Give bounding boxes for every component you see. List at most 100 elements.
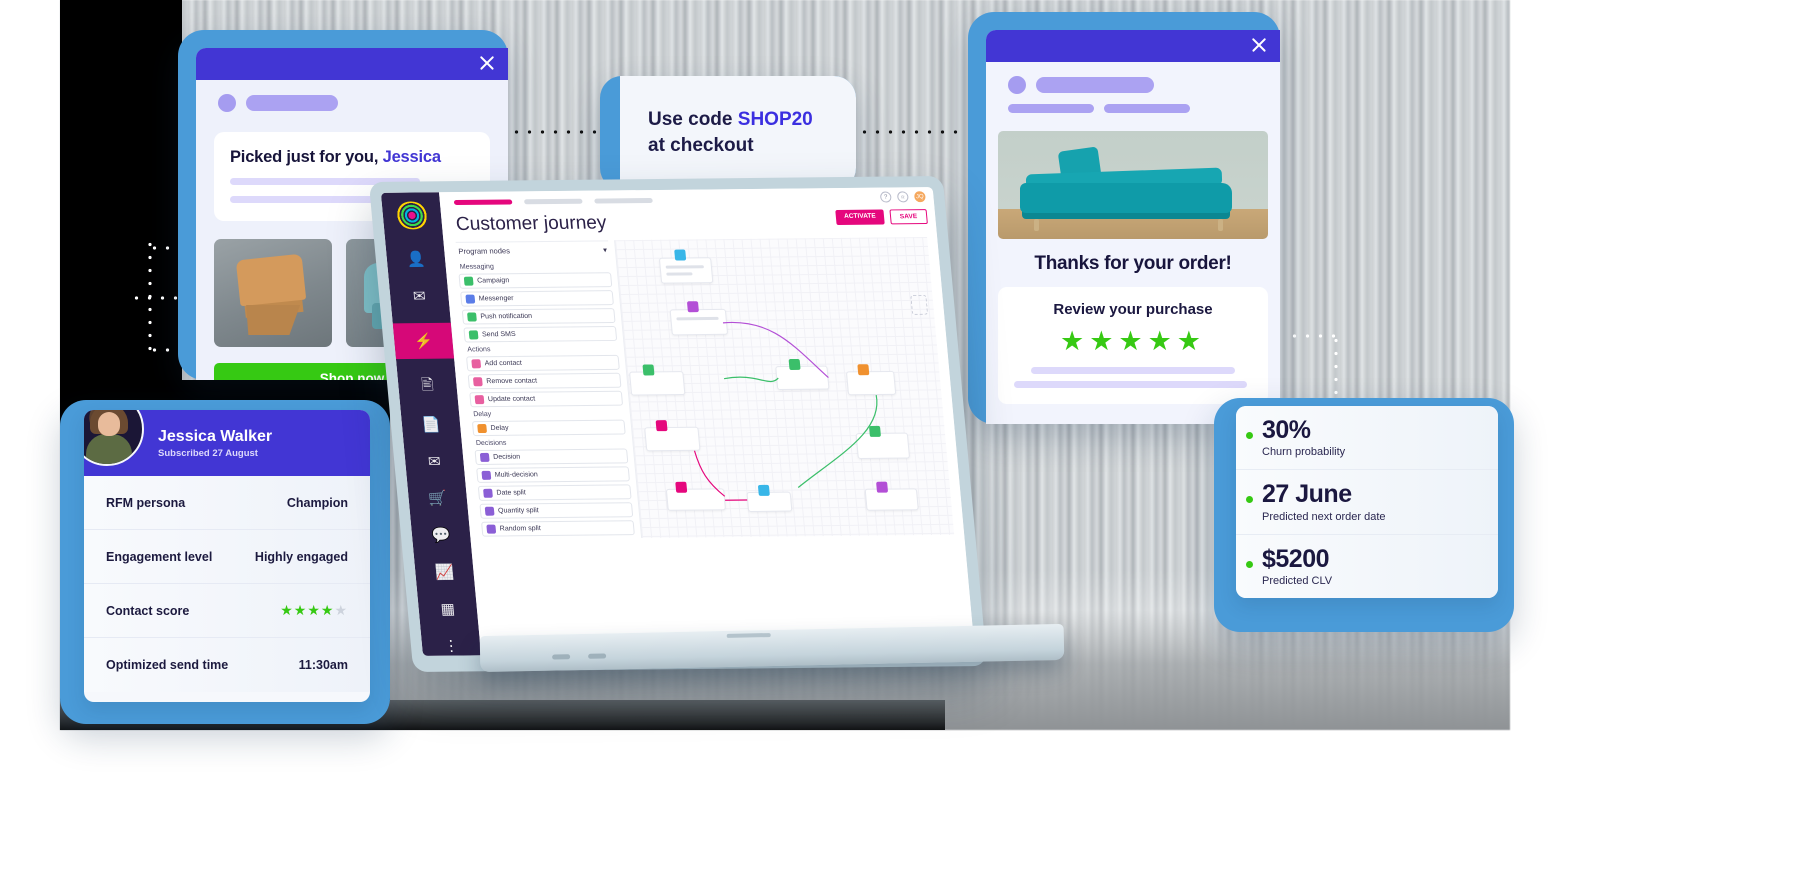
ecommerce-icon[interactable]: 🛒 bbox=[424, 488, 452, 509]
laptop-mockup: 👤 ✉ ⚡ 🖹 📄 ✉ 🛒 💬 📈 ▦ ⋮ Customer journey ?… bbox=[368, 176, 1065, 703]
node-item-add-contact[interactable]: Add contact bbox=[466, 354, 620, 372]
apps-icon[interactable]: ▦ bbox=[434, 598, 462, 619]
program-nodes-header[interactable]: Program nodes ▾ bbox=[455, 240, 610, 260]
node-group-label: Decisions bbox=[475, 439, 507, 448]
analytics-icon[interactable]: 📈 bbox=[430, 561, 458, 582]
node-item-send-sms[interactable]: Send SMS bbox=[463, 325, 618, 343]
close-icon[interactable] bbox=[478, 54, 496, 72]
tab-active[interactable] bbox=[453, 199, 513, 206]
node-item-multi-decision[interactable]: Multi-decision bbox=[476, 466, 630, 483]
app-main-area: Customer journey ? ☼ JQ ACTIVATE SAVE Pr… bbox=[439, 187, 975, 656]
tab-item[interactable] bbox=[594, 197, 653, 204]
canvas-zoom-controls[interactable] bbox=[910, 294, 929, 315]
push-icon bbox=[467, 312, 477, 322]
promo-bubble-body: Use code SHOP20 at checkout bbox=[620, 76, 856, 190]
node-group-list: Messaging Campaign Messenger Push notificat… bbox=[458, 262, 635, 537]
metric-row: 27 June Predicted next order date bbox=[1236, 470, 1498, 535]
profile-attribute-value: Highly engaged bbox=[254, 549, 348, 564]
product-image-chair[interactable] bbox=[214, 239, 332, 347]
logo-placeholder-dot bbox=[218, 94, 236, 112]
profile-attribute-value: Champion bbox=[286, 495, 348, 510]
date-split-icon bbox=[483, 488, 493, 498]
profile-attribute-label: Engagement level bbox=[106, 549, 213, 564]
activate-button[interactable]: ACTIVATE bbox=[835, 209, 885, 225]
node-item-label: Multi-decision bbox=[494, 471, 539, 479]
logo-placeholder-dot bbox=[1008, 76, 1026, 94]
avatar[interactable]: JQ bbox=[913, 191, 926, 203]
journey-canvas[interactable] bbox=[614, 236, 955, 539]
promo-line-1: Use code SHOP20 bbox=[648, 107, 856, 133]
profile-attribute-row: Optimized send time 11:30am bbox=[84, 638, 370, 692]
order-header-placeholder bbox=[986, 62, 1280, 100]
email-headline: Picked just for you, Jessica bbox=[230, 148, 474, 167]
node-item-delay[interactable]: Delay bbox=[471, 419, 626, 437]
avatar bbox=[84, 410, 144, 466]
email-icon[interactable]: ✉ bbox=[405, 286, 433, 307]
metrics-list: 30% Churn probability 27 June Predicted nex… bbox=[1236, 406, 1498, 598]
profile-attribute-row: Engagement level Highly engaged bbox=[84, 530, 370, 584]
logo-placeholder-bar bbox=[246, 95, 338, 111]
bullet-icon bbox=[1246, 560, 1253, 568]
chevron-down-icon[interactable]: ▾ bbox=[603, 245, 608, 254]
more-icon[interactable]: ⋮ bbox=[437, 635, 465, 656]
forms-icon[interactable]: 📄 bbox=[417, 415, 445, 436]
profile-attribute-list: RFM persona Champion Engagement level Highl… bbox=[84, 476, 370, 692]
avatar-face bbox=[98, 412, 120, 436]
profile-panel-body: Jessica Walker Subscribed 27 August RFM … bbox=[84, 410, 370, 702]
tab-item[interactable] bbox=[524, 198, 583, 205]
update-contact-icon bbox=[474, 395, 485, 405]
node-item-label: Remove contact bbox=[486, 377, 538, 386]
journey-connection-lines bbox=[693, 321, 878, 501]
customer-profile-card: Jessica Walker Subscribed 27 August RFM … bbox=[60, 400, 390, 724]
connector-dots-email-to-bubble bbox=[497, 130, 612, 134]
nav-placeholder-bar bbox=[1104, 104, 1190, 113]
node-item-random-split[interactable]: Random split bbox=[481, 520, 635, 537]
laptop-lid: 👤 ✉ ⚡ 🖹 📄 ✉ 🛒 💬 📈 ▦ ⋮ Customer journey ?… bbox=[368, 176, 988, 672]
bullet-icon bbox=[1246, 432, 1253, 439]
profile-subscribed-date: Subscribed 27 August bbox=[158, 447, 258, 459]
node-item-quantity-split[interactable]: Quantity split bbox=[479, 502, 634, 519]
node-item-label: Send SMS bbox=[481, 331, 517, 339]
transactional-email-icon[interactable]: ✉ bbox=[420, 451, 448, 472]
close-icon[interactable] bbox=[1250, 36, 1268, 54]
node-item-remove-contact[interactable]: Remove contact bbox=[467, 372, 622, 390]
bell-icon[interactable]: ☼ bbox=[896, 191, 909, 203]
order-panel-titlebar bbox=[986, 30, 1280, 62]
profile-name: Jessica Walker bbox=[158, 427, 273, 445]
node-item-campaign[interactable]: Campaign bbox=[458, 272, 613, 289]
profile-attribute-label: Contact score bbox=[106, 603, 190, 618]
sofa-leg bbox=[1218, 219, 1223, 231]
laptop-screen: 👤 ✉ ⚡ 🖹 📄 ✉ 🛒 💬 📈 ▦ ⋮ Customer journey ?… bbox=[380, 187, 975, 656]
connector-dots-bubble-to-order bbox=[845, 130, 963, 134]
sms-icon bbox=[468, 330, 479, 340]
node-item-label: Delay bbox=[490, 424, 509, 432]
node-item-date-split[interactable]: Date split bbox=[477, 484, 632, 501]
contacts-icon[interactable]: 👤 bbox=[402, 249, 430, 270]
node-item-label: Quantity split bbox=[497, 507, 540, 515]
chat-icon[interactable]: 💬 bbox=[427, 525, 455, 546]
logo-placeholder-bar bbox=[1036, 77, 1154, 93]
app-action-buttons: ACTIVATE SAVE bbox=[835, 209, 928, 225]
metric-value: $5200 bbox=[1262, 544, 1330, 573]
profile-attribute-label: Optimized send time bbox=[106, 658, 229, 672]
node-group-label: Messaging bbox=[459, 263, 495, 271]
save-button[interactable]: SAVE bbox=[889, 209, 928, 225]
node-item-decision[interactable]: Decision bbox=[474, 448, 629, 465]
promo-code-bubble: Use code SHOP20 at checkout bbox=[600, 76, 856, 190]
node-item-update-contact[interactable]: Update contact bbox=[469, 390, 624, 408]
help-icon[interactable]: ? bbox=[879, 191, 892, 203]
messenger-icon bbox=[465, 294, 476, 304]
automation-icon[interactable]: ⚡ bbox=[392, 322, 455, 360]
node-item-messenger[interactable]: Messenger bbox=[460, 290, 614, 307]
node-item-push-notification[interactable]: Push notification bbox=[461, 308, 616, 325]
metric-row: 30% Churn probability bbox=[1236, 406, 1498, 471]
email-header-placeholder bbox=[196, 80, 508, 118]
node-group-label: Actions bbox=[467, 346, 491, 354]
promo-prefix: Use code bbox=[648, 109, 738, 131]
promo-line-2: at checkout bbox=[648, 135, 754, 156]
program-nodes-panel: Program nodes ▾ Messaging Campaign Messeng… bbox=[455, 240, 636, 539]
content-icon[interactable]: 🖹 bbox=[413, 375, 441, 399]
email-panel-titlebar bbox=[196, 48, 508, 80]
bullet-icon bbox=[1246, 496, 1253, 504]
laptop-foot bbox=[588, 653, 607, 659]
